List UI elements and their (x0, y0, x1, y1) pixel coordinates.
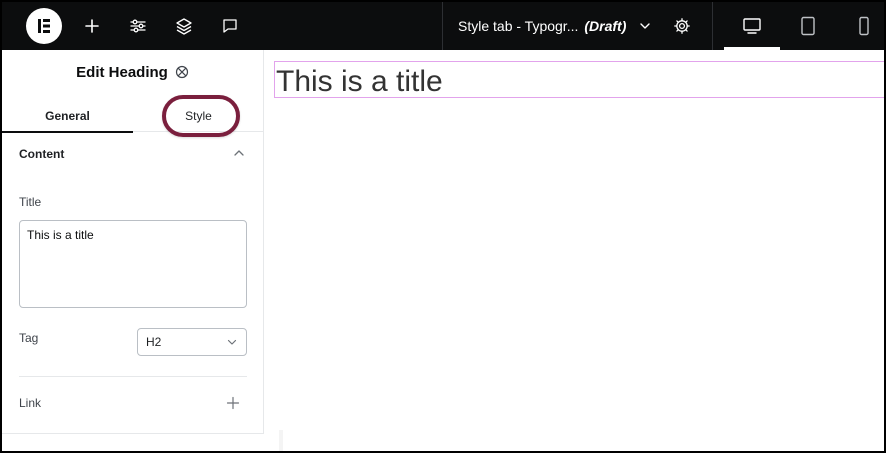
editor-panel: Edit Heading General Style Content Title… (2, 50, 264, 434)
chevron-down-icon (640, 23, 651, 29)
widgets-icon[interactable] (174, 64, 190, 80)
plus-icon[interactable] (226, 396, 240, 410)
mobile-icon (859, 16, 869, 36)
tablet-view-button[interactable] (792, 10, 824, 42)
desktop-view-button[interactable] (724, 2, 780, 50)
style-tab-highlight-ring (162, 95, 240, 137)
heading-widget[interactable]: This is a title (274, 61, 884, 98)
link-field-label: Link (19, 396, 42, 410)
editor-window: Style tab - Typogr... (Draft) Edit Headi… (0, 0, 886, 453)
tag-field-label: Tag (19, 331, 39, 345)
add-element-button[interactable] (76, 10, 108, 42)
desktop-icon (743, 18, 761, 34)
section-title-content[interactable]: Content (19, 147, 64, 161)
layers-icon (176, 18, 192, 35)
chat-icon (223, 19, 237, 33)
heading-text: This is a title (276, 65, 443, 98)
chevron-down-icon (227, 339, 237, 345)
panel-title: Edit Heading (76, 63, 168, 81)
page-settings-button[interactable] (666, 10, 698, 42)
top-bar: Style tab - Typogr... (Draft) (2, 2, 884, 50)
tablet-icon (801, 16, 815, 36)
sliders-icon (130, 19, 146, 33)
mobile-view-button[interactable] (848, 10, 880, 42)
site-settings-button[interactable] (122, 10, 154, 42)
tab-general[interactable]: General (2, 100, 133, 133)
document-status: (Draft) (584, 18, 627, 34)
notes-button[interactable] (214, 10, 246, 42)
gear-icon (674, 18, 690, 34)
tag-select[interactable]: H2 (137, 328, 247, 356)
title-field-label: Title (19, 195, 42, 209)
title-textarea[interactable]: This is a title (19, 220, 247, 308)
panel-bottom-border (2, 433, 264, 434)
chevron-up-icon[interactable] (232, 146, 246, 160)
elementor-logo-icon[interactable] (26, 8, 62, 44)
plus-icon (85, 19, 99, 33)
structure-button[interactable] (168, 10, 200, 42)
panel-header: Edit Heading (2, 50, 264, 94)
document-title-button[interactable]: Style tab - Typogr... (Draft) (458, 2, 652, 50)
tag-select-value: H2 (146, 335, 162, 349)
document-title: Style tab - Typogr... (458, 18, 579, 34)
topbar-divider (712, 2, 713, 50)
preview-canvas: This is a title (265, 50, 884, 451)
canvas-gutter (279, 430, 283, 451)
divider (19, 376, 247, 377)
topbar-divider (442, 2, 443, 50)
